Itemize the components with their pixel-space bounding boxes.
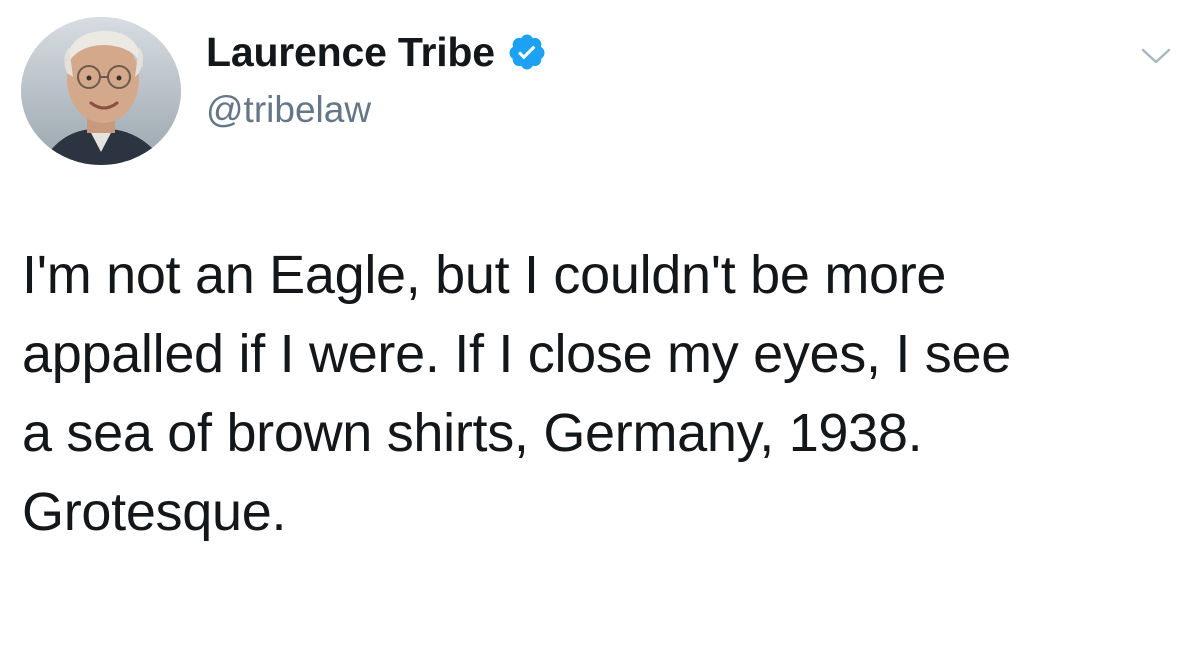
chevron-down-icon[interactable] — [1140, 44, 1172, 68]
avatar[interactable] — [21, 17, 181, 165]
author-handle[interactable]: @tribelaw — [206, 88, 371, 132]
tweet-card: Laurence Tribe @tribelaw I'm not an Eagl… — [0, 0, 1200, 669]
author-name-row: Laurence Tribe — [206, 28, 547, 76]
tweet-text: I'm not an Eagle, but I couldn't be more… — [22, 245, 1011, 542]
author-display-name[interactable]: Laurence Tribe — [206, 28, 495, 76]
avatar-photo — [21, 17, 181, 165]
verified-badge-icon — [507, 32, 547, 72]
